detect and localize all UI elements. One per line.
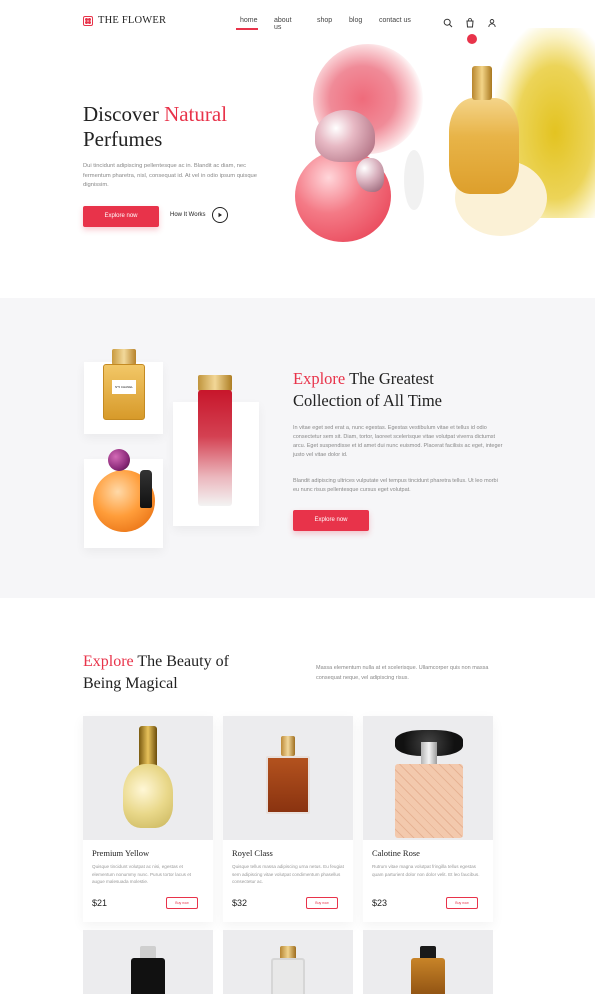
hero-title-part1: Discover [83, 102, 159, 126]
product-card[interactable]: Premium Yellow Quisque tincidunt volutpa… [83, 716, 213, 922]
buy-now-button[interactable]: Buy now [306, 897, 338, 909]
product-card[interactable] [363, 930, 493, 994]
buy-now-button[interactable]: Buy now [446, 897, 478, 909]
pink-perfume-cap-image [315, 110, 375, 162]
hero-title-part2: Perfumes [83, 127, 163, 151]
collection-title-rest: The Greatest [349, 369, 434, 388]
product-description: Quisque tellus massa adipiscing urna net… [232, 864, 344, 884]
nav-home[interactable]: home [240, 17, 258, 24]
nav-shop[interactable]: shop [317, 17, 332, 24]
product-card[interactable]: Calotine Rose Rutrum vitae magna volutpa… [363, 716, 493, 922]
buy-now-button[interactable]: Buy now [166, 897, 198, 909]
collection-title-line2: Collection of All Time [293, 391, 442, 410]
product-image [223, 716, 353, 840]
nav-blog[interactable]: blog [349, 17, 362, 24]
orange-bottle-cap-image [108, 449, 130, 471]
header-icons [443, 15, 497, 44]
product-price: $23 [372, 898, 388, 908]
red-bottle-cap-image [198, 375, 232, 391]
decorative-shadow [404, 150, 424, 210]
brown-bottle-image [266, 756, 310, 814]
collection-paragraph-1: In vitae eget sed erat a, nunc egestas. … [293, 425, 503, 458]
collection-paragraph-2: Blandit adipiscing ultrices vulputate ve… [293, 478, 498, 493]
flower-logo-icon [83, 15, 93, 26]
how-it-works-link[interactable]: How It Works [170, 207, 228, 223]
product-description: Quisque tincidunt volutpat ac nisi, eges… [92, 864, 192, 884]
quilted-bottle-image [395, 764, 463, 838]
product-name: Royel Class [232, 848, 273, 858]
play-icon[interactable] [211, 207, 228, 223]
cart-badge [467, 34, 477, 44]
hero-explore-button[interactable]: Explore now [83, 206, 159, 227]
magical-title: Explore The Beauty of Being Magical [83, 651, 229, 695]
silver-cap-image [421, 742, 437, 766]
tassel-image [140, 470, 152, 508]
user-icon[interactable] [487, 15, 497, 28]
product-name: Calotine Rose [372, 848, 420, 858]
product-price: $32 [232, 898, 248, 908]
amber-bottle-image [411, 958, 445, 994]
how-it-works-label: How It Works [170, 212, 206, 218]
search-icon[interactable] [443, 15, 453, 28]
yellow-bottle-image [123, 764, 173, 828]
collection-title: Explore The Greatest Collection of All T… [293, 368, 442, 412]
product-card[interactable]: Royel Class Quisque tellus massa adipisc… [223, 716, 353, 922]
magical-description: Massa elementum nulla at et scelerisque.… [316, 665, 489, 681]
magical-title-accent: Explore [83, 653, 134, 670]
clear-bottle-image [271, 958, 305, 994]
product-price: $21 [92, 898, 108, 908]
product-image [83, 716, 213, 840]
product-card[interactable] [83, 930, 213, 994]
hero-description: Dui tincidunt adipiscing pellentesque ac… [83, 163, 258, 188]
chanel-label: N°5 CHANEL [112, 380, 136, 394]
yellow-perfume-bottle-image [449, 98, 519, 194]
cart-icon[interactable] [465, 15, 477, 44]
product-name: Premium Yellow [92, 848, 150, 858]
logo[interactable]: THE FLOWER [83, 15, 166, 26]
product-description: Rutrum vitae magna volutpat fringilla te… [372, 864, 480, 877]
magical-title-rest: The Beauty of [137, 653, 229, 670]
brand-name: THE FLOWER [98, 15, 167, 26]
nav-active-indicator [236, 28, 258, 30]
magical-title-line2: Being Magical [83, 675, 178, 692]
hero-title: Discover Natural Perfumes [83, 102, 227, 152]
pink-perfume-leaf-image [356, 158, 384, 192]
collection-title-accent: Explore [293, 369, 346, 388]
nav-about-us[interactable]: about us [274, 17, 292, 31]
hero-title-accent: Natural [164, 102, 228, 126]
red-bottle-image [198, 390, 232, 506]
chanel-cap-image [112, 349, 136, 365]
product-image [363, 716, 493, 840]
nav-contact-us[interactable]: contact us [379, 17, 419, 24]
gold-cap-image [281, 736, 295, 756]
gold-neck-image [139, 726, 157, 768]
black-bottle-image [131, 958, 165, 994]
yellow-perfume-cap-image [472, 66, 492, 100]
product-card[interactable] [223, 930, 353, 994]
collection-explore-button[interactable]: Explore now [293, 510, 369, 531]
